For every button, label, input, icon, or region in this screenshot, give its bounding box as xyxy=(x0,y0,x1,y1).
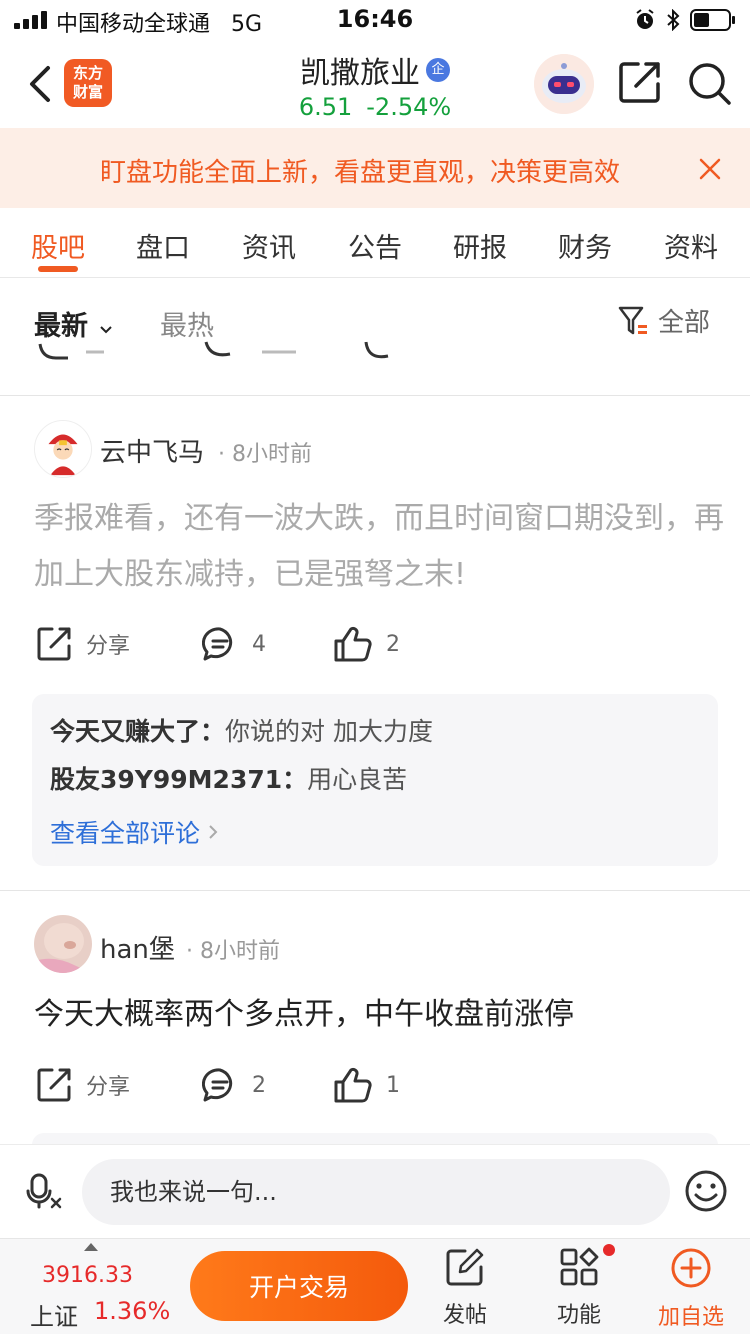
emoji-icon[interactable] xyxy=(684,1169,728,1213)
share-icon xyxy=(37,627,71,661)
add-watchlist-label: 加自选 xyxy=(657,1305,724,1330)
open-account-trade-button[interactable]: 开户交易 xyxy=(190,1251,408,1321)
author-name[interactable]: 云中飞马 xyxy=(100,432,204,469)
like-count: 2 xyxy=(386,631,400,657)
share-label: 分享 xyxy=(86,634,131,659)
previous-post-actions-fragment xyxy=(38,341,389,360)
comment-action[interactable]: 4 xyxy=(202,626,266,662)
reply-user[interactable]: 股友39Y99M2371： xyxy=(50,765,307,794)
stock-header: 东方 财富 凯撒旅业企 6.51 -2.54% xyxy=(0,40,750,128)
bottom-bar: 3916.33 上证 1.36% 开户交易 发帖 功能 加自选 xyxy=(0,1238,750,1334)
status-bar: 中国移动全球通 5G 16:46 xyxy=(0,0,750,40)
function-label: 功能 xyxy=(556,1303,601,1328)
share-icon xyxy=(37,1068,71,1102)
comment-input-bar xyxy=(0,1144,750,1238)
post-body[interactable]: 季报难看，还有一波大跌，而且时间窗口期没到，再加上大股东减持，已是强弩之末! xyxy=(34,491,724,603)
post-button[interactable]: 发帖 xyxy=(420,1247,510,1329)
status-icons xyxy=(634,8,736,32)
post-body[interactable]: 今天大概率两个多点开，中午收盘前涨停 xyxy=(34,987,724,1043)
function-button[interactable]: 功能 xyxy=(534,1247,624,1329)
like-action[interactable]: 1 xyxy=(334,1067,400,1103)
comment-preview[interactable] xyxy=(32,1133,718,1144)
share-action[interactable]: 分享 xyxy=(36,626,130,662)
enterprise-badge: 企 xyxy=(426,58,450,82)
compose-icon xyxy=(446,1248,484,1286)
post-feed[interactable]: 云中飞马 · 8小时前 季报难看，还有一波大跌，而且时间窗口期没到，再加上大股东… xyxy=(0,340,750,1144)
author-avatar[interactable] xyxy=(34,915,92,973)
comment-icon xyxy=(202,627,233,661)
tab-bar: 股吧 盘口 资讯 公告 研报 财务 资料 xyxy=(0,208,750,278)
thumbs-up-icon xyxy=(334,1067,372,1103)
view-all-comments-link[interactable]: 查看全部评论 xyxy=(50,814,218,850)
index-name: 上证 xyxy=(30,1303,78,1331)
author-name[interactable]: han堡 xyxy=(100,929,175,966)
voice-input-icon[interactable] xyxy=(26,1173,62,1209)
comment-action[interactable]: 2 xyxy=(202,1067,266,1103)
filter-icon xyxy=(618,306,647,334)
share-label: 分享 xyxy=(86,1075,131,1100)
reply-item[interactable]: 股友39Y99M2371：用心良苦 xyxy=(50,760,407,796)
expand-up-icon xyxy=(84,1243,98,1251)
sort-filter-row: 最新 最热 全部 xyxy=(0,278,750,343)
like-action[interactable]: 2 xyxy=(334,626,400,662)
thumbs-up-icon xyxy=(334,626,372,662)
post-card[interactable]: 云中飞马 · 8小时前 季报难看，还有一波大跌，而且时间窗口期没到，再加上大股东… xyxy=(0,396,750,890)
post-card[interactable]: han堡 · 8小时前 今天大概率两个多点开，中午收盘前涨停 分享 2 1 xyxy=(0,891,750,1144)
add-circle-icon xyxy=(671,1248,711,1288)
battery-icon xyxy=(690,9,735,31)
reply-item[interactable]: 今天又赚大了：你说的对 加大力度 xyxy=(50,712,433,748)
chevron-down-icon xyxy=(100,326,113,334)
post-time: · 8小时前 xyxy=(186,939,280,964)
stock-price: 6.51 xyxy=(298,93,353,121)
tab-guba[interactable]: 股吧 xyxy=(13,226,103,265)
active-tab-indicator xyxy=(38,266,78,272)
banner-text: 盯盘功能全面上新，看盘更直观，决策更高效 xyxy=(99,158,620,188)
sort-hot-tab[interactable]: 最热 xyxy=(160,304,214,343)
notification-dot xyxy=(603,1244,615,1256)
tab-pankou[interactable]: 盘口 xyxy=(118,226,208,265)
add-watchlist-button[interactable]: 加自选 xyxy=(646,1247,736,1331)
comment-input[interactable] xyxy=(82,1159,670,1225)
post-label: 发帖 xyxy=(442,1303,487,1328)
chevron-right-icon xyxy=(209,825,218,839)
comment-icon xyxy=(202,1068,233,1102)
reply-user[interactable]: 今天又赚大了： xyxy=(50,717,225,746)
filter-all-button[interactable]: 全部 xyxy=(618,302,710,339)
stock-name: 凯撒旅业 xyxy=(300,56,420,91)
stock-change: -2.54% xyxy=(366,93,452,121)
comment-count: 4 xyxy=(252,631,266,657)
share-action[interactable]: 分享 xyxy=(36,1067,130,1103)
bluetooth-icon xyxy=(667,9,680,31)
tab-research[interactable]: 研报 xyxy=(435,226,525,265)
search-icon[interactable] xyxy=(686,60,732,106)
promo-banner[interactable]: 盯盘功能全面上新，看盘更直观，决策更高效 xyxy=(0,128,750,208)
comment-preview[interactable]: 今天又赚大了：你说的对 加大力度 股友39Y99M2371：用心良苦 查看全部评… xyxy=(32,694,718,866)
sort-latest-dropdown[interactable]: 最新 xyxy=(34,304,113,343)
tab-news[interactable]: 资讯 xyxy=(224,226,314,265)
alarm-icon xyxy=(636,9,654,29)
post-time: · 8小时前 xyxy=(218,442,312,467)
tab-announcements[interactable]: 公告 xyxy=(330,226,420,265)
share-icon[interactable] xyxy=(618,60,662,104)
index-change: 1.36% xyxy=(94,1297,171,1325)
reply-text: 用心良苦 xyxy=(307,765,408,794)
filter-all-label: 全部 xyxy=(658,308,711,338)
close-icon[interactable] xyxy=(698,157,722,181)
robot-avatar-icon[interactable] xyxy=(534,54,594,114)
reply-text: 你说的对 加大力度 xyxy=(225,717,433,746)
comment-count: 2 xyxy=(252,1072,266,1098)
author-avatar[interactable] xyxy=(34,420,92,478)
grid-icon xyxy=(560,1247,599,1286)
index-value: 3916.33 xyxy=(42,1263,133,1288)
tab-finance[interactable]: 财务 xyxy=(540,226,630,265)
view-all-label: 查看全部评论 xyxy=(50,819,201,848)
sort-latest-label: 最新 xyxy=(34,311,88,342)
like-count: 1 xyxy=(386,1072,400,1098)
tab-profile[interactable]: 资料 xyxy=(646,226,736,265)
